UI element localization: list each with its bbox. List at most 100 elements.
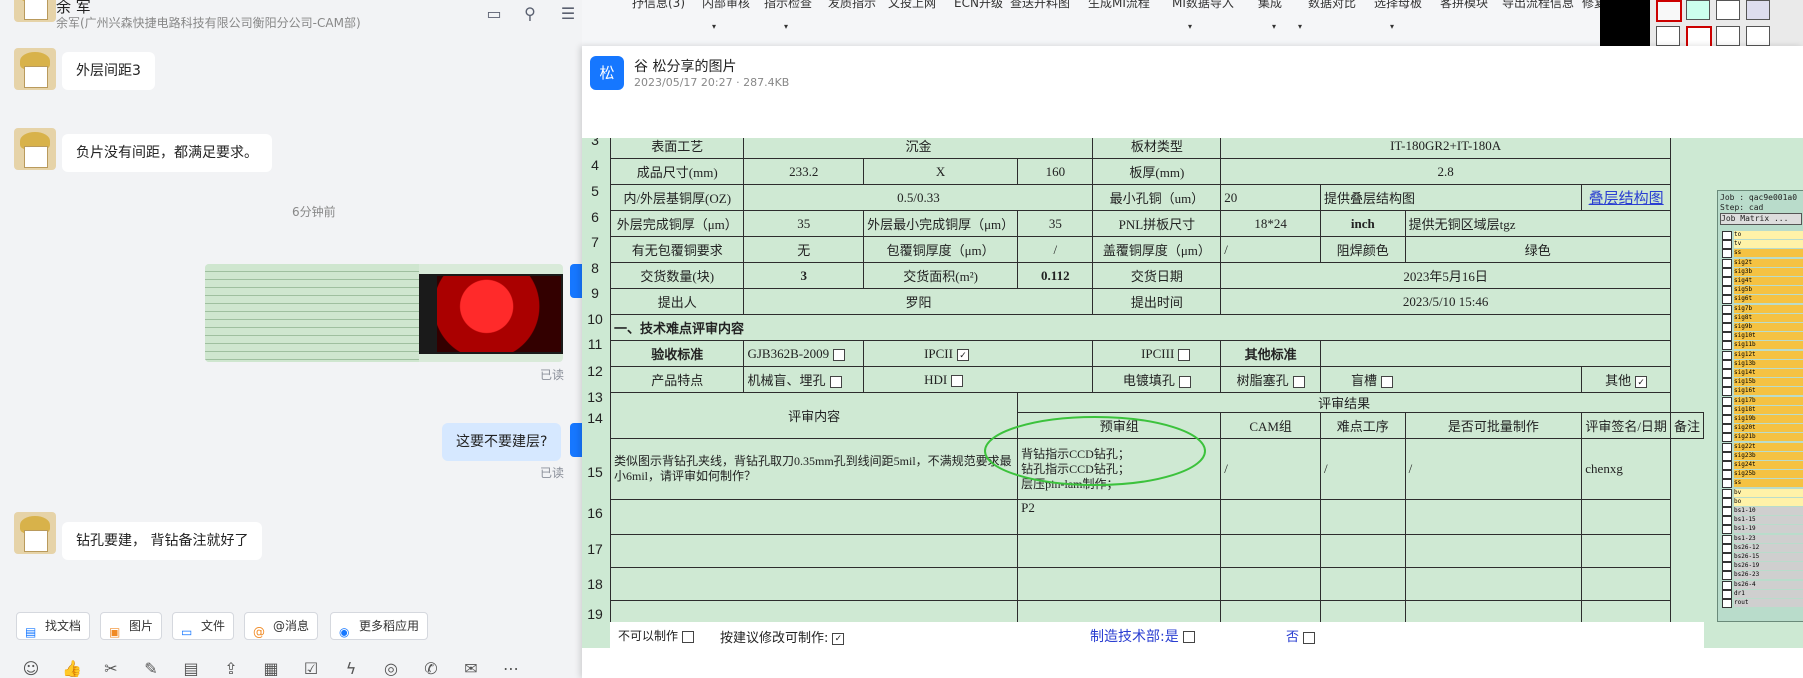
flash-icon[interactable]: ϟ xyxy=(342,660,360,678)
menu-item[interactable]: MI数据导入 xyxy=(1172,0,1234,11)
checkbox[interactable] xyxy=(833,348,846,361)
layer-row[interactable]: to xyxy=(1734,231,1803,239)
layer-row[interactable]: dr1 xyxy=(1734,589,1803,598)
layer-row[interactable]: bv xyxy=(1734,488,1803,497)
layer-toggle[interactable] xyxy=(1722,369,1732,378)
layer-toggle[interactable] xyxy=(1722,277,1732,286)
scissors-icon[interactable]: ✂ xyxy=(102,660,120,678)
layer-row[interactable]: ss xyxy=(1734,479,1803,488)
tool-icon[interactable] xyxy=(1746,0,1770,20)
layer-toggle[interactable] xyxy=(1722,442,1732,452)
layer-row[interactable]: sig10t xyxy=(1734,332,1803,341)
layer-row[interactable]: sig11b xyxy=(1734,341,1803,350)
layer-row[interactable]: bs1-23 xyxy=(1734,534,1803,543)
layer-row[interactable]: sig15b xyxy=(1734,378,1803,387)
menu-item[interactable]: 集成 xyxy=(1258,0,1282,11)
mail-icon[interactable]: ✉ xyxy=(462,660,480,678)
layer-toggle[interactable] xyxy=(1722,323,1732,332)
layer-toggle[interactable] xyxy=(1722,534,1732,544)
layer-row[interactable]: ss xyxy=(1734,249,1803,258)
upload-icon[interactable]: ⇪ xyxy=(222,660,240,678)
layer-toggle[interactable] xyxy=(1722,415,1732,424)
menu-item[interactable]: 发质指示 xyxy=(828,0,876,11)
layer-row[interactable]: sig23b xyxy=(1734,451,1803,460)
menu-item[interactable]: 修复ECN xyxy=(1582,0,1602,11)
layer-toggle[interactable] xyxy=(1722,525,1732,535)
layer-toggle[interactable] xyxy=(1722,396,1732,406)
layer-row[interactable]: sig2t xyxy=(1734,258,1803,267)
thumbs-up-icon[interactable]: 👍 xyxy=(62,660,82,678)
voice-icon[interactable]: ◎ xyxy=(382,660,400,678)
file-button[interactable]: ▭ 文件 xyxy=(172,612,235,640)
layer-toggle[interactable] xyxy=(1722,433,1732,443)
add-user-icon[interactable]: ⚲ xyxy=(520,4,540,24)
layer-row[interactable]: sig18t xyxy=(1734,405,1803,414)
checkbox[interactable] xyxy=(1303,631,1316,644)
layer-row[interactable]: sig20t xyxy=(1734,424,1803,433)
menu-item[interactable]: 指示检查 xyxy=(764,0,812,11)
menu-item[interactable]: 选择母板 xyxy=(1374,0,1422,11)
layer-toggle[interactable] xyxy=(1722,313,1732,323)
layer-row[interactable]: sig4t xyxy=(1734,277,1803,285)
menu-item[interactable]: 文投上网 xyxy=(888,0,936,11)
checkbox-checked[interactable]: ✓ xyxy=(956,348,969,361)
menu-item[interactable]: 生成MI流程 xyxy=(1088,0,1150,11)
layer-row[interactable]: sig17b xyxy=(1734,396,1803,405)
checkbox[interactable] xyxy=(951,374,964,387)
layer-row[interactable]: sig8t xyxy=(1734,313,1803,322)
checkbox[interactable] xyxy=(1381,376,1393,389)
tool-icon[interactable] xyxy=(1686,0,1710,20)
spreadsheet-image[interactable]: 3 4 5 6 7 8 9 10 11 12 13 14 15 16 17 18… xyxy=(582,138,1704,648)
layer-toggle[interactable] xyxy=(1722,461,1732,470)
layer-toggle[interactable] xyxy=(1722,470,1732,480)
layer-row[interactable]: sig6t xyxy=(1734,295,1803,304)
folder-icon[interactable]: ▭ xyxy=(484,4,504,24)
checkbox[interactable] xyxy=(1178,348,1191,361)
layer-toggle[interactable] xyxy=(1722,488,1732,498)
layer-row[interactable]: rout xyxy=(1734,599,1803,607)
avatar[interactable] xyxy=(14,128,56,170)
layer-toggle[interactable] xyxy=(1722,332,1732,342)
layer-row[interactable]: bs26-4 xyxy=(1734,580,1803,589)
menu-item[interactable]: 内部审核 xyxy=(702,0,750,11)
layer-toggle[interactable] xyxy=(1722,479,1732,489)
doc-edit-icon[interactable]: ▤ xyxy=(182,660,200,678)
layer-row[interactable]: bo xyxy=(1734,497,1803,506)
checkbox-checked[interactable]: ✓ xyxy=(832,632,845,645)
menu-item[interactable]: 客拼模块 xyxy=(1440,0,1488,11)
layer-toggle[interactable] xyxy=(1722,378,1732,388)
table-cell[interactable]: 叠层结构图 xyxy=(1581,184,1671,211)
menu-item[interactable]: ECN开级 xyxy=(954,0,1003,11)
layer-toggle[interactable] xyxy=(1722,249,1732,259)
checkbox[interactable] xyxy=(829,376,842,389)
layer-toggle[interactable] xyxy=(1722,543,1732,553)
layer-toggle[interactable] xyxy=(1722,553,1732,562)
more-icon[interactable]: ⋯ xyxy=(502,660,520,678)
checkbox-checked[interactable]: ✓ xyxy=(1635,376,1648,389)
layer-toggle[interactable] xyxy=(1722,295,1732,305)
layer-row[interactable]: sig16t xyxy=(1734,387,1803,396)
layer-toggle[interactable] xyxy=(1722,387,1732,397)
layer-row[interactable]: sig24t xyxy=(1734,461,1803,469)
find-doc-button[interactable]: ▤ 找文档 xyxy=(16,612,91,640)
layer-row[interactable]: bs26-19 xyxy=(1734,562,1803,571)
layer-toggle[interactable] xyxy=(1722,240,1732,250)
layer-row[interactable]: sig3b xyxy=(1734,267,1803,276)
image-message-thumbnail[interactable] xyxy=(205,264,563,362)
menu-item[interactable]: 数据对比 xyxy=(1308,0,1356,11)
layer-row[interactable]: bs1-19 xyxy=(1734,525,1803,534)
layer-toggle[interactable] xyxy=(1722,507,1732,516)
layer-toggle[interactable] xyxy=(1722,258,1732,268)
avatar[interactable] xyxy=(14,48,56,90)
layer-row[interactable]: sig7b xyxy=(1734,304,1803,313)
layer-toggle[interactable] xyxy=(1722,497,1732,507)
menu-item[interactable]: 查送开料图 xyxy=(1010,0,1070,11)
menu-item[interactable]: 导出流程信息 xyxy=(1502,0,1574,11)
layer-row[interactable]: sig14t xyxy=(1734,369,1803,377)
layer-row[interactable]: sig19b xyxy=(1734,415,1803,423)
layer-toggle[interactable] xyxy=(1722,451,1732,461)
checkbox[interactable] xyxy=(1178,376,1191,389)
tool-icon[interactable] xyxy=(1716,0,1740,20)
tool-icon[interactable] xyxy=(1656,26,1680,46)
mention-button[interactable]: @ @消息 xyxy=(244,612,319,640)
